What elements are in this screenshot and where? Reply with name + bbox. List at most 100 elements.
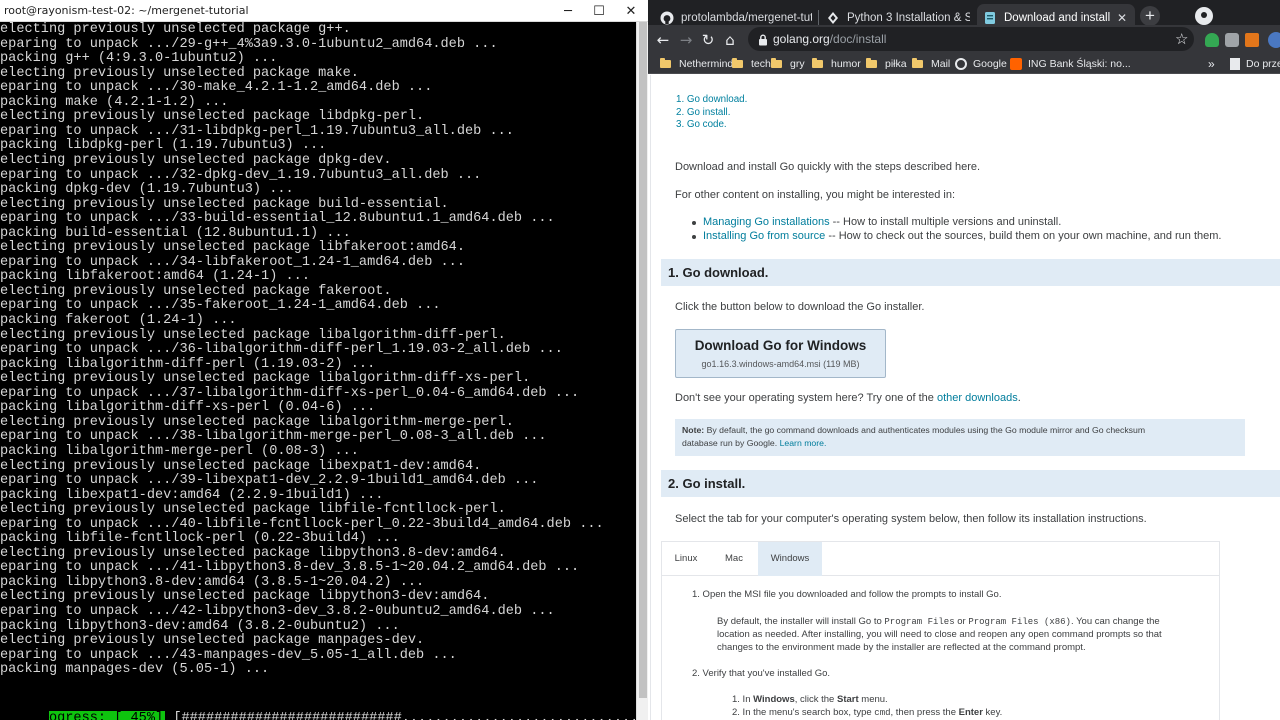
forward-icon[interactable]: → — [676, 31, 696, 49]
terminal-close-button[interactable]: ✕ — [614, 0, 648, 22]
tab-linux[interactable]: Linux — [662, 542, 710, 576]
bookmarks-bar: Nethermind tech gry humor piłka Mail Goo… — [648, 53, 1280, 74]
terminal-line: packing libfakeroot:amd64 (1.24-1) ... — [0, 269, 310, 285]
terminal-line: eparing to unpack .../43-manpages-dev_5.… — [0, 647, 457, 663]
terminal-scrollbar[interactable] — [636, 22, 648, 720]
terminal-line: eparing to unpack .../40-libfile-fcntllo… — [0, 516, 604, 532]
other-downloads-link[interactable]: other downloads — [937, 392, 1018, 404]
terminal-line: eparing to unpack .../29-g++_4%3a9.3.0-1… — [0, 36, 498, 52]
tab-mac[interactable]: Mac — [710, 542, 758, 576]
profile-avatar[interactable] — [1268, 32, 1280, 48]
code-program-files: Program Files — [884, 617, 955, 627]
note-line: Note: By default, the go command downloa… — [682, 425, 1145, 435]
section-title: 1. Go download. — [668, 265, 769, 280]
link-item-source: Installing Go from source -- How to chec… — [703, 230, 1221, 242]
terminal-maximize-button[interactable]: ☐ — [582, 0, 616, 22]
back-icon[interactable]: ← — [653, 31, 673, 49]
terminal-line: packing libpython3-dev:amd64 (3.8.2-0ubu… — [0, 618, 400, 634]
terminal-progress: ogress: [ 45%] [########################… — [0, 693, 636, 720]
terminal-line: eparing to unpack .../32-dpkg-dev_1.19.7… — [0, 167, 482, 183]
step-open-msi: 1. Open the MSI file you downloaded and … — [692, 589, 1002, 600]
os-tab-bar: Linux Mac Windows — [662, 542, 1219, 576]
tab-windows[interactable]: Windows — [758, 542, 822, 576]
folder-icon — [660, 58, 671, 68]
terminal-line: electing previously unselected package f… — [0, 283, 392, 299]
terminal-line: eparing to unpack .../34-libfakeroot_1.2… — [0, 254, 465, 270]
text: or — [954, 616, 969, 627]
bookmark-nethermind[interactable]: Nethermind — [660, 56, 733, 72]
bookmark-tech[interactable]: tech — [732, 56, 771, 72]
text: key. — [982, 707, 1003, 718]
github-icon — [660, 11, 674, 25]
folder-icon — [771, 58, 782, 68]
close-tab-icon[interactable]: ✕ — [1115, 11, 1129, 25]
folder-icon — [732, 58, 743, 68]
home-icon[interactable]: ⌂ — [720, 31, 740, 49]
terminal-titlebar: root@rayonism-test-02: ~/mergenet-tutori… — [0, 0, 648, 22]
install-from-source-link[interactable]: Installing Go from source — [703, 230, 825, 242]
shield-extension-icon[interactable] — [1205, 33, 1219, 47]
toc-link-install[interactable]: 2. Go install. — [676, 107, 730, 118]
tab-title: Download and install - The Go — [1004, 11, 1111, 24]
terminal-output[interactable]: electing previously unselected package g… — [0, 22, 636, 720]
new-tab-button[interactable]: + — [1140, 6, 1160, 26]
terminal-line: packing make (4.2.1-1.2) ... — [0, 94, 229, 110]
toc-link-code[interactable]: 3. Go code. — [676, 119, 727, 130]
go-doc-icon — [983, 11, 997, 25]
terminal-line: packing libfile-fcntllock-perl (0.22-3bu… — [0, 531, 400, 547]
reload-icon[interactable]: ↻ — [698, 31, 718, 49]
terminal-line: electing previously unselected package d… — [0, 152, 392, 168]
text: menu. — [858, 694, 888, 705]
terminal-line: electing previously unselected package b… — [0, 196, 449, 212]
terminal-line: electing previously unselected package m… — [0, 65, 359, 81]
terminal-line: eparing to unpack .../31-libdpkg-perl_1.… — [0, 123, 514, 139]
bullet — [692, 235, 696, 239]
bookmark-mail[interactable]: Mail — [912, 56, 950, 72]
bookmark-humor[interactable]: humor — [812, 56, 861, 72]
bookmark-gry[interactable]: gry — [771, 56, 805, 72]
page-content[interactable]: 1. Go download. 2. Go install. 3. Go cod… — [648, 75, 1280, 720]
bookmark-reading-list[interactable]: Do przeczy — [1230, 56, 1280, 72]
bookmark-label: tech — [751, 58, 771, 70]
address-bar[interactable]: golang.org/doc/install ☆ — [748, 27, 1194, 51]
terminal-line: electing previously unselected package g… — [0, 22, 351, 37]
bookmark-pilka[interactable]: piłka — [866, 56, 907, 72]
text: 1. In — [732, 694, 754, 705]
tab-title: protolambda/mergenet-tutoria — [681, 11, 812, 24]
browser-window: protolambda/mergenet-tutoria Python 3 In… — [648, 0, 1280, 720]
bookmarks-overflow-chevron[interactable]: » — [1208, 56, 1215, 72]
text-bold: Enter — [958, 707, 983, 718]
step-verify: 2. Verify that you've installed Go. — [692, 668, 831, 679]
section-header-download: 1. Go download. — [661, 259, 1280, 286]
bookmark-ing[interactable]: ING Bank Śląski: no... — [1010, 56, 1131, 72]
text: By default, the installer will install G… — [717, 616, 885, 627]
terminal-line: electing previously unselected package l… — [0, 327, 506, 343]
terminal-line: eparing to unpack .../35-fakeroot_1.24-1… — [0, 298, 441, 314]
terminal-line: electing previously unselected package l… — [0, 545, 506, 561]
link-item-managing: Managing Go installations -- How to inst… — [703, 216, 1061, 228]
metamask-icon[interactable] — [1245, 33, 1259, 47]
download-go-button[interactable]: Download Go for Windows go1.16.3.windows… — [675, 329, 886, 378]
install-location-text-3: changes to the environment made by the i… — [717, 642, 1086, 653]
learn-more-link[interactable]: Learn more. — [780, 438, 827, 448]
terminal-line: packing libalgorithm-diff-xs-perl (0.04-… — [0, 400, 376, 416]
page-left-border — [650, 75, 651, 720]
install-location-text: By default, the installer will install G… — [717, 616, 1160, 627]
terminal-minimize-button[interactable]: ─ — [551, 0, 585, 22]
tab-separator — [818, 10, 819, 26]
terminal-line: electing previously unselected package m… — [0, 633, 425, 649]
bookmark-star-icon[interactable]: ☆ — [1175, 30, 1188, 48]
toc-link-download[interactable]: 1. Go download. — [676, 94, 747, 105]
other-os-prefix: Don't see your operating system here? Tr… — [675, 392, 937, 404]
managing-go-link[interactable]: Managing Go installations — [703, 216, 830, 228]
bookmark-google[interactable]: Google — [955, 56, 1007, 72]
note-text: By default, the go command downloads and… — [704, 425, 1146, 435]
bookmark-label: humor — [831, 58, 861, 70]
folder-icon — [812, 58, 823, 68]
tab-search-icon[interactable] — [1195, 7, 1213, 25]
terminal-line: eparing to unpack .../39-libexpat1-dev_2… — [0, 473, 539, 489]
bookmark-label: piłka — [885, 58, 907, 70]
extension-icon[interactable] — [1225, 33, 1239, 47]
download-button-title: Download Go for Windows — [694, 338, 867, 353]
terminal-scroll-thumb[interactable] — [639, 22, 647, 698]
